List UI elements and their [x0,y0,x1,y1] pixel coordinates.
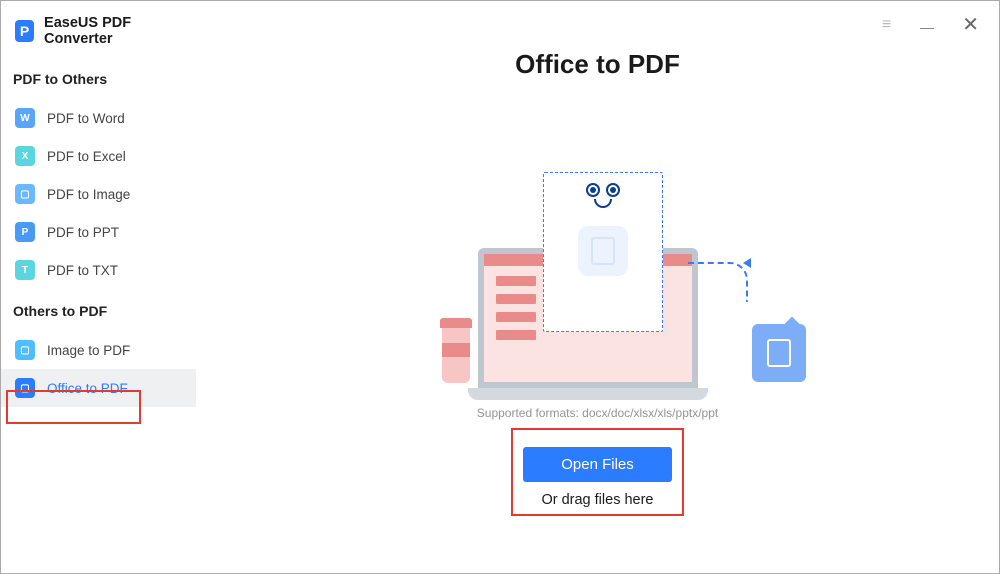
sidebar-item-label: PDF to Excel [47,149,126,164]
menu-icon[interactable]: ≡ [882,17,892,33]
image-to-pdf-icon: ▢ [15,340,35,360]
app-title: EaseUS PDF Converter [44,15,182,47]
sidebar-item-pdf-to-excel[interactable]: X PDF to Excel [1,137,196,175]
sidebar-item-pdf-to-txt[interactable]: T PDF to TXT [1,251,196,289]
close-icon[interactable]: ✕ [962,15,979,35]
app-logo-icon: P [15,20,34,42]
sidebar-item-pdf-to-word[interactable]: W PDF to Word [1,99,196,137]
open-files-button[interactable]: Open Files [523,447,672,482]
txt-icon: T [15,260,35,280]
sidebar-item-office-to-pdf[interactable]: ▢ Office to PDF [1,369,196,407]
cup-illustration [436,318,476,388]
excel-icon: X [15,146,35,166]
section-header-others-to-pdf: Others to PDF [1,297,196,331]
sidebar-item-pdf-to-ppt[interactable]: P PDF to PPT [1,213,196,251]
drag-files-text: Or drag files here [541,492,653,508]
sidebar-item-label: PDF to TXT [47,263,118,278]
image-icon: ▢ [15,184,35,204]
sidebar: P EaseUS PDF Converter PDF to Others W P… [1,1,196,573]
sidebar-list-2: ▢ Image to PDF ▢ Office to PDF [1,331,196,407]
window-controls: ≡ ✕ [882,15,979,35]
sidebar-item-pdf-to-image[interactable]: ▢ PDF to Image [1,175,196,213]
document-card-illustration [543,172,663,332]
illustration [428,190,768,400]
word-icon: W [15,108,35,128]
minimize-icon[interactable] [920,21,934,29]
logo-letter: P [20,23,29,39]
office-to-pdf-icon: ▢ [15,378,35,398]
laptop-base-illustration [468,388,708,400]
sidebar-item-label: PDF to Image [47,187,130,202]
office-cube-icon [752,324,806,382]
ppt-icon: P [15,222,35,242]
sidebar-item-label: PDF to Word [47,111,125,126]
sidebar-list-1: W PDF to Word X PDF to Excel ▢ PDF to Im… [1,99,196,289]
sidebar-item-label: Image to PDF [47,343,130,358]
arrow-head-icon [743,258,751,268]
annotation-highlight-buttons: Open Files Or drag files here [511,428,684,516]
section-header-pdf-to-others: PDF to Others [1,65,196,99]
app-header: P EaseUS PDF Converter [1,1,196,65]
sidebar-item-label: Office to PDF [47,381,128,396]
office-ghost-icon [578,226,628,276]
sidebar-item-image-to-pdf[interactable]: ▢ Image to PDF [1,331,196,369]
arrow-line [688,262,748,302]
supported-formats-text: Supported formats: docx/doc/xlsx/xls/ppt… [477,406,718,420]
main-content: ≡ ✕ Office to PDF Su [196,1,999,573]
sidebar-item-label: PDF to PPT [47,225,119,240]
page-title: Office to PDF [515,49,680,80]
